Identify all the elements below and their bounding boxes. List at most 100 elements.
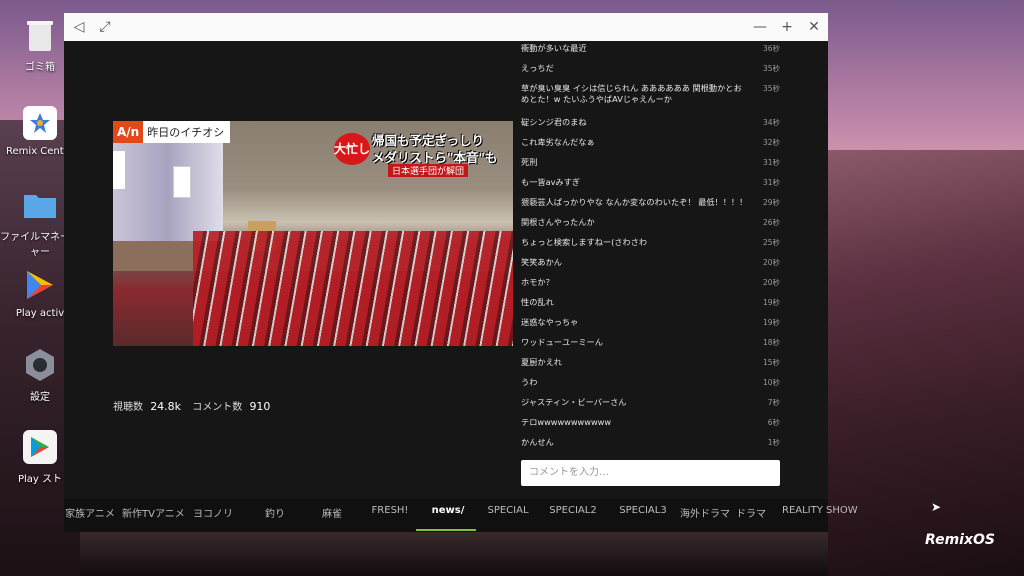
comment-time: 26秒 [762, 218, 780, 227]
comment-text: 碇シンジ君のまね [521, 117, 587, 127]
comment-item: 衝動が多いな最近 36秒 [521, 43, 780, 54]
comment-text: 死刑 [521, 157, 538, 167]
abema-news-logo: A/n [113, 121, 144, 143]
channel-tab[interactable]: 釣り [252, 505, 298, 523]
close-button[interactable]: ✕ [805, 18, 823, 36]
caption-subtitle: 日本選手団が解団 [388, 164, 469, 177]
comment-item: 碇シンジ君のまね 34秒 [521, 117, 780, 128]
comment-time: 19秒 [762, 298, 780, 307]
channel-tab[interactable]: FRESH! [366, 505, 414, 523]
views-value: 24.8k [150, 400, 182, 413]
channel-logo: A/n 昨日のイチオシ [113, 121, 231, 143]
comment-item: 迷惑なやっちゃ 19秒 [521, 317, 780, 328]
comment-text: 迷惑なやっちゃ [521, 317, 579, 327]
comment-text: うわ [521, 377, 538, 387]
comment-text: ちょっと検索しますねー(さわさわ [521, 237, 648, 247]
comment-item: これ卑劣なんだなぁ 32秒 [521, 137, 780, 148]
comment-text: ジャスティン・ビーバーさん [521, 397, 627, 407]
channel-bar: 家族アニメ 新作TVアニメ ヨコノリ 釣り 麻雀 FRESH! news/SPECIAL SP… [64, 499, 858, 532]
comment-time: 10秒 [762, 378, 780, 387]
comment-time: 32秒 [762, 138, 780, 147]
comment-item: 笑笑あかん 20秒 [521, 257, 780, 268]
video-scene-audience [193, 231, 513, 346]
channel-tab[interactable]: REALITY SHOW [782, 505, 858, 523]
channel-tab[interactable]: ヨコノリ [182, 505, 244, 523]
folder-icon [23, 188, 57, 222]
remixos-logo: RemixOS [925, 532, 995, 548]
back-icon[interactable]: ◁ [70, 18, 88, 36]
channel-tab[interactable]: news/ [420, 505, 476, 523]
channel-tab[interactable]: 新作TVアニメ [122, 505, 185, 523]
comment-text: も一皆avみすぎ [521, 177, 580, 187]
channel-tab[interactable]: SPECIAL3 [612, 505, 674, 523]
views-label: 視聴数 [113, 402, 143, 413]
video-player[interactable]: A/n 昨日のイチオシ 大忙し 帰国も予定ぎっしり メダリストら"本音"も 日本… [113, 121, 513, 346]
comments-count-value: 910 [249, 400, 271, 413]
comment-time: 19秒 [762, 318, 780, 327]
comment-text: 猥褻芸人ぱっかりやな なんか変なのわいたぞ！ 最低！！！！ [521, 197, 748, 207]
comment-item: ちょっと検索しますねー(さわさわ 25秒 [521, 237, 780, 248]
trash-icon [23, 18, 57, 52]
comment-time: 1秒 [767, 438, 780, 447]
comment-text: かんせん [521, 437, 554, 447]
comment-time: 31秒 [762, 178, 780, 187]
comment-item: ジャスティン・ビーバーさん 7秒 [521, 397, 780, 408]
comment-time: 7秒 [767, 398, 780, 407]
comment-item: 草が臭い臭臭 イシは信じられん ああああああ 関根動かとおめとた！w たいふうや… [521, 83, 780, 105]
channel-tab[interactable]: SPECIAL [480, 505, 536, 523]
comment-time: 35秒 [762, 84, 780, 93]
comment-time: 15秒 [762, 358, 780, 367]
channel-tab[interactable]: 麻雀 [306, 505, 358, 523]
comment-item: かんせん 1秒 [521, 437, 780, 448]
window-titlebar[interactable]: ◁ ⤢ — + ✕ [64, 13, 828, 41]
minimize-button[interactable]: — [751, 18, 769, 36]
comment-text: えっちだ [521, 63, 554, 73]
comment-time: 29秒 [762, 198, 780, 207]
comment-text: これ卑劣なんだなぁ [521, 137, 595, 147]
comment-text: 夏厨かえれ [521, 357, 562, 367]
comment-time: 31秒 [762, 158, 780, 167]
mouse-cursor-icon: ➤ [931, 500, 942, 514]
play-games-icon [23, 268, 57, 302]
comment-time: 20秒 [762, 278, 780, 287]
comment-text: 笑笑あかん [521, 257, 562, 267]
comment-time: 18秒 [762, 338, 780, 347]
comment-time: 25秒 [762, 238, 780, 247]
comment-text: 関根さんやったんか [521, 217, 595, 227]
comment-text: 性の乱れ [521, 297, 554, 307]
maximize-button[interactable]: + [778, 18, 796, 36]
comment-input[interactable]: コメントを入力… [521, 460, 780, 486]
comment-time: 20秒 [762, 258, 780, 267]
caption-badge: 大忙し [334, 133, 370, 165]
channel-tab[interactable]: 海外ドラマ [680, 505, 730, 523]
settings-gear-icon [23, 348, 57, 382]
comment-item: 夏厨かえれ 15秒 [521, 357, 780, 368]
comment-time: 34秒 [762, 118, 780, 127]
comment-item: えっちだ 35秒 [521, 63, 780, 74]
active-channel-indicator [416, 529, 476, 531]
comment-text: ワッドューユーミーん [521, 337, 603, 347]
channel-tab[interactable]: SPECIAL2 [540, 505, 606, 523]
channel-tab[interactable]: 家族アニメ [64, 505, 116, 523]
abema-tv-window: ◁ ⤢ — + ✕ A/n 昨日のイチオシ 大忙し 帰国も予定ぎっしり メダリス… [64, 13, 858, 532]
video-scene-flag [173, 166, 191, 198]
comment-item: も一皆avみすぎ 31秒 [521, 177, 780, 188]
comments-count-label: コメント数 [192, 402, 243, 413]
channel-tag: 昨日のイチオシ [147, 126, 225, 139]
resize-icon[interactable]: ⤢ [96, 18, 114, 36]
comment-item: うわ 10秒 [521, 377, 780, 388]
comment-item: 死刑 31秒 [521, 157, 780, 168]
comment-text: 衝動が多いな最近 [521, 43, 587, 53]
play-store-icon [23, 430, 57, 464]
comment-text: 草が臭い臭臭 イシは信じられん ああああああ 関根動かとおめとた！w たいふうや… [521, 83, 742, 104]
comment-item: ホモか？ 20秒 [521, 277, 780, 288]
comment-time: 36秒 [762, 44, 780, 53]
channel-tab[interactable]: ドラマ [726, 505, 776, 523]
comment-text: ホモか？ [521, 277, 554, 287]
wallpaper-foreground [80, 530, 828, 576]
comment-time: 35秒 [762, 64, 780, 73]
news-caption: 大忙し 帰国も予定ぎっしり メダリストら"本音"も 日本選手団が解団 [334, 127, 512, 177]
comment-item: テロwwwwwwwwwww 6秒 [521, 417, 780, 428]
view-stats: 視聴数 24.8k コメント数 910 [113, 398, 278, 413]
video-scene-flag [113, 151, 125, 189]
